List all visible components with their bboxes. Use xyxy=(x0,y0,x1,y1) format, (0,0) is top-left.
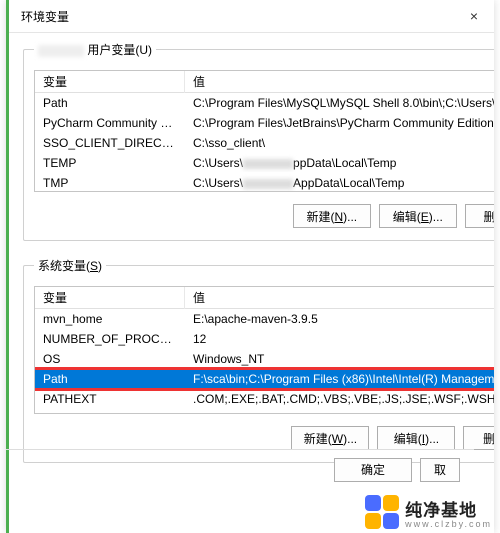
cell-value: F:\sca\bin;C:\Program Files (x86)\Intel\… xyxy=(185,370,494,388)
cell-value: C:\Program Files\MySQL\MySQL Shell 8.0\b… xyxy=(185,94,494,112)
list-header: 变量 值 xyxy=(35,287,494,309)
cell-value: D:\Program Files\phantomjs-2.1.1-windows xyxy=(185,410,494,413)
cell-name: TEMP xyxy=(35,154,185,172)
system-buttons: 新建(W)... 编辑(I)... 删除(L) xyxy=(34,426,494,450)
table-row[interactable]: PathC:\Program Files\MySQL\MySQL Shell 8… xyxy=(35,93,494,113)
cell-name: PhantomJS_home xyxy=(35,410,185,413)
cell-name: Path xyxy=(35,94,185,112)
cell-value: C:\sso_client\ xyxy=(185,134,494,152)
table-row[interactable]: PATHEXT.COM;.EXE;.BAT;.CMD;.VBS;.VBE;.JS… xyxy=(35,389,494,409)
table-row[interactable]: PhantomJS_homeD:\Program Files\phantomjs… xyxy=(35,409,494,413)
titlebar: 环境变量 × xyxy=(9,0,494,33)
close-icon[interactable]: × xyxy=(464,6,484,26)
col-name[interactable]: 变量 xyxy=(35,286,185,309)
watermark-domain: www.clzby.com xyxy=(405,519,492,529)
watermark-brand: 纯净基地 xyxy=(405,501,477,520)
cell-name: NUMBER_OF_PROCESSORS xyxy=(35,330,185,348)
cell-name: TMP xyxy=(35,174,185,191)
user-vars-list[interactable]: 变量 值 PathC:\Program Files\MySQL\MySQL Sh… xyxy=(34,70,494,192)
cell-name: Path xyxy=(35,370,185,388)
cell-value: C:\Users\ppData\Local\Temp xyxy=(185,154,494,172)
delete-button[interactable]: 删除(L) xyxy=(463,426,494,450)
table-row[interactable]: mvn_homeE:\apache-maven-3.9.5 xyxy=(35,309,494,329)
table-row[interactable]: TEMPC:\Users\ppData\Local\Temp xyxy=(35,153,494,173)
user-buttons: 新建(N)... 编辑(E)... 删除(D) xyxy=(34,204,494,228)
cell-value: C:\Program Files\JetBrains\PyCharm Commu… xyxy=(185,114,494,132)
cancel-button[interactable]: 取 xyxy=(420,458,460,482)
cell-name: SSO_CLIENT_DIRECTORY xyxy=(35,134,185,152)
table-row[interactable]: PyCharm Community Editi...C:\Program Fil… xyxy=(35,113,494,133)
table-row[interactable]: OSWindows_NT xyxy=(35,349,494,369)
new-button[interactable]: 新建(N)... xyxy=(293,204,371,228)
edit-button[interactable]: 编辑(E)... xyxy=(379,204,457,228)
system-vars-list[interactable]: 变量 值 mvn_homeE:\apache-maven-3.9.5NUMBER… xyxy=(34,286,494,414)
cell-value: 12 xyxy=(185,330,494,348)
cell-name: OS xyxy=(35,350,185,368)
list-body[interactable]: PathC:\Program Files\MySQL\MySQL Shell 8… xyxy=(35,93,494,191)
table-row[interactable]: TMPC:\Users\AppData\Local\Temp xyxy=(35,173,494,191)
cell-value: E:\apache-maven-3.9.5 xyxy=(185,310,494,328)
redacted-username xyxy=(38,45,84,57)
cell-value: C:\Users\AppData\Local\Temp xyxy=(185,174,494,191)
redacted-text xyxy=(243,159,293,169)
delete-button[interactable]: 删除(D) xyxy=(465,204,494,228)
watermark: 纯净基地 www.clzby.com xyxy=(365,495,492,529)
table-row[interactable]: PathF:\sca\bin;C:\Program Files (x86)\In… xyxy=(35,369,494,389)
dialog-footer: 确定 取 xyxy=(6,449,474,489)
cell-value: Windows_NT xyxy=(185,350,494,368)
cell-name: mvn_home xyxy=(35,310,185,328)
system-vars-group: 系统变量(S) 变量 值 mvn_homeE:\apache-maven-3.9… xyxy=(23,257,494,463)
cell-name: PyCharm Community Editi... xyxy=(35,114,185,132)
new-button[interactable]: 新建(W)... xyxy=(291,426,369,450)
window-title: 环境变量 xyxy=(21,8,69,25)
table-row[interactable]: SSO_CLIENT_DIRECTORYC:\sso_client\ xyxy=(35,133,494,153)
table-row[interactable]: NUMBER_OF_PROCESSORS12 xyxy=(35,329,494,349)
redacted-text xyxy=(243,179,293,189)
edit-button[interactable]: 编辑(I)... xyxy=(377,426,455,450)
col-name[interactable]: 变量 xyxy=(35,70,185,93)
col-value[interactable]: 值 xyxy=(185,286,494,309)
watermark-logo-icon xyxy=(365,495,399,529)
system-vars-legend: 系统变量(S) xyxy=(34,257,106,274)
cell-value: .COM;.EXE;.BAT;.CMD;.VBS;.VBE;.JS;.JSE;.… xyxy=(185,390,494,408)
ok-button[interactable]: 确定 xyxy=(334,458,412,482)
user-vars-legend: 用户变量(U) xyxy=(34,41,156,58)
list-body[interactable]: mvn_homeE:\apache-maven-3.9.5NUMBER_OF_P… xyxy=(35,309,494,413)
user-vars-group: 用户变量(U) 变量 值 PathC:\Program Files\MySQL\… xyxy=(23,41,494,241)
cell-name: PATHEXT xyxy=(35,390,185,408)
col-value[interactable]: 值 xyxy=(185,70,494,93)
list-header: 变量 值 xyxy=(35,71,494,93)
